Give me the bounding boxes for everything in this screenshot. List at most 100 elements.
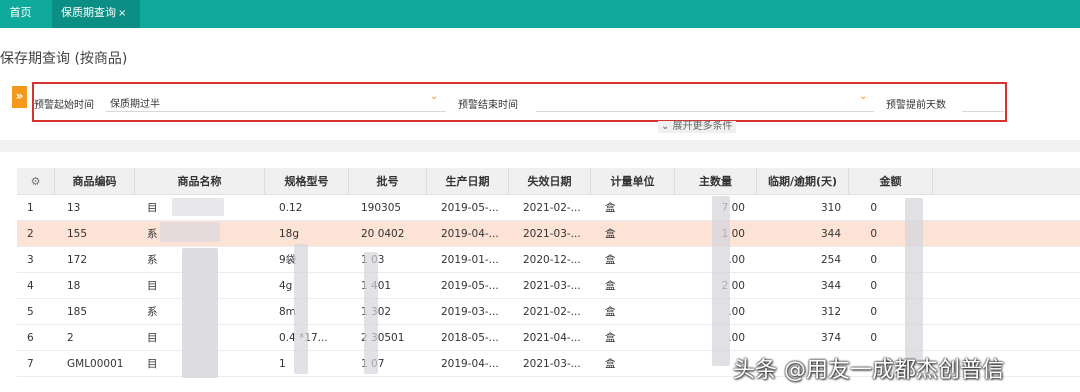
redaction-mosaic (160, 222, 220, 242)
col-header-name[interactable]: 商品名称 (135, 168, 265, 195)
cell-exp: 2021-02-... (523, 306, 581, 318)
cell-mfg: 2019-03-... (441, 306, 499, 318)
chevron-down-icon[interactable]: ⌄ (859, 91, 867, 102)
col-header-code[interactable]: 商品编码 (55, 168, 135, 195)
cell-idx: 3 (27, 254, 34, 266)
redaction-mosaic (712, 196, 730, 366)
cell-exp: 2021-03-... (523, 280, 581, 292)
cell-qty: .00 (728, 306, 745, 318)
cell-exp: 2021-04-... (523, 332, 581, 344)
page-title: 保存期查询 (按商品) (0, 51, 128, 67)
end-time-underline (536, 111, 874, 112)
cell-qty: 1 00 (721, 228, 745, 240)
cell-code: 172 (67, 254, 88, 266)
cell-exp: 2020-12-... (523, 254, 581, 266)
cell-idx: 4 (27, 280, 34, 292)
col-header-days[interactable]: 临期/逾期(天) (757, 168, 849, 195)
col-header-exp-date[interactable]: 失效日期 (509, 168, 591, 195)
cell-idx: 1 (27, 202, 34, 214)
cell-mfg: 2019-04-... (441, 228, 499, 240)
cell-idx: 7 (27, 358, 34, 370)
column-settings-icon[interactable]: ⚙ (17, 168, 55, 195)
redaction-mosaic (364, 252, 378, 374)
start-time-select[interactable]: 保质期过半 (110, 95, 160, 110)
col-header-mfg-date[interactable]: 生产日期 (427, 168, 509, 195)
cell-idx: 2 (27, 228, 34, 240)
cell-exp: 2021-03-... (523, 358, 581, 370)
col-header-spec[interactable]: 规格型号 (265, 168, 349, 195)
cell-days: 254 (820, 254, 841, 266)
cell-days: 344 (820, 228, 841, 240)
cell-amt: 0 (870, 202, 877, 214)
cell-spec: 8m (279, 306, 296, 318)
advance-days-input[interactable] (962, 111, 1004, 112)
col-header-unit[interactable]: 计量单位 (591, 168, 675, 195)
cell-qty: .00 (728, 254, 745, 266)
cell-spec: 9袋 (279, 254, 297, 266)
tab-shelf-life-query-label: 保质期查询 (61, 6, 116, 19)
col-header-qty[interactable]: 主数量 (675, 168, 757, 195)
cell-unit: 盒 (605, 332, 616, 344)
cell-unit: 盒 (605, 280, 616, 292)
end-time-label: 预警结束时间 (458, 100, 518, 111)
cell-days: 374 (820, 332, 841, 344)
cell-code: 185 (67, 306, 88, 318)
cell-idx: 6 (27, 332, 34, 344)
cell-code: 155 (67, 228, 88, 240)
highlight-frame (32, 82, 1007, 122)
cell-days: 344 (820, 280, 841, 292)
cell-code: GML00001 (67, 358, 124, 370)
tab-bar: 首页 保质期查询 × (0, 0, 1080, 28)
cell-unit: 盒 (605, 202, 616, 214)
expand-panel-button[interactable]: » (12, 86, 27, 108)
cell-unit: 盒 (605, 228, 616, 240)
cell-spec: 4g (279, 280, 293, 292)
cell-amt: 0 (870, 306, 877, 318)
cell-spec: 0.4 *17... (279, 332, 328, 344)
cell-qty: 2 00 (721, 280, 745, 292)
cell-code: 13 (67, 202, 81, 214)
cell-qty: 7 00 (721, 202, 745, 214)
cell-amt: 0 (870, 280, 877, 292)
cell-mfg: 2019-01-... (441, 254, 499, 266)
col-header-amount[interactable]: 金额 (849, 168, 933, 195)
redaction-mosaic (294, 244, 308, 374)
tab-shelf-life-query[interactable]: 保质期查询 × (52, 0, 140, 28)
chevron-down-icon[interactable]: ⌄ (430, 91, 438, 102)
cell-unit: 盒 (605, 358, 616, 370)
redaction-mosaic (172, 198, 224, 216)
expand-more-conditions-link[interactable]: ⌄ 展开更多条件 (658, 121, 736, 133)
cell-batch: 190305 (361, 202, 402, 214)
cell-mfg: 2019-05-... (441, 280, 499, 292)
cell-code: 18 (67, 280, 81, 292)
tab-home[interactable]: 首页 (0, 0, 41, 28)
cell-amt: 0 (870, 228, 877, 240)
section-divider (0, 140, 1080, 152)
cell-exp: 2021-02-... (523, 202, 581, 214)
start-time-underline (106, 111, 446, 112)
cell-amt: 0 (870, 254, 877, 266)
table-header: ⚙ 商品编码 商品名称 规格型号 批号 生产日期 失效日期 计量单位 主数量 临… (17, 168, 1080, 195)
cell-spec: 1 (279, 358, 286, 370)
cell-exp: 2021-03-... (523, 228, 581, 240)
cell-unit: 盒 (605, 254, 616, 266)
cell-days: 310 (820, 202, 841, 214)
redaction-mosaic (182, 248, 218, 378)
cell-spec: 0.12 (279, 202, 303, 214)
close-icon[interactable]: × (118, 8, 126, 19)
cell-mfg: 2018-05-... (441, 332, 499, 344)
cell-spec: 18g (279, 228, 300, 240)
cell-batch: 20 0402 (361, 228, 405, 240)
redaction-mosaic (905, 198, 923, 366)
cell-mfg: 2019-04-... (441, 358, 499, 370)
cell-unit: 盒 (605, 306, 616, 318)
cell-days: 312 (820, 306, 841, 318)
cell-mfg: 2019-05-... (441, 202, 499, 214)
cell-idx: 5 (27, 306, 34, 318)
start-time-label: 预警起始时间 (34, 100, 94, 111)
cell-qty: .00 (728, 332, 745, 344)
cell-code: 2 (67, 332, 74, 344)
watermark-text: 头条 @用友一成都杰创普信 (733, 358, 1004, 383)
col-header-batch[interactable]: 批号 (349, 168, 427, 195)
advance-days-label: 预警提前天数 (886, 100, 946, 111)
